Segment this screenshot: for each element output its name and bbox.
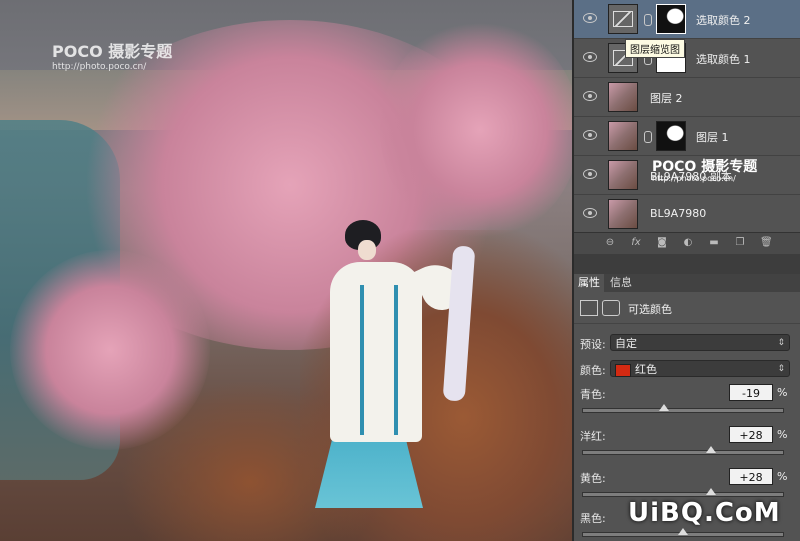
panel-divider xyxy=(574,254,800,274)
properties-header: 可选颜色 xyxy=(574,293,800,324)
layer-name: 选取颜色 2 xyxy=(696,14,751,27)
visibility-eye-icon[interactable] xyxy=(583,91,597,101)
slider-value-field[interactable]: +28 xyxy=(729,468,773,485)
watermark-url: http://photo.poco.cn/ xyxy=(52,62,147,72)
mask-icon[interactable] xyxy=(602,300,620,316)
visibility-eye-icon[interactable] xyxy=(583,52,597,62)
layers-list: 选取颜色 2 选取颜色 1 图层 2 图层 1 BL9A7980 副本 BL9A… xyxy=(574,0,800,234)
color-value: 红色 xyxy=(635,363,657,376)
photo-canvas[interactable]: POCO 摄影专题 http://photo.poco.cn/ xyxy=(0,0,572,541)
adjustment-icon[interactable]: ◐ xyxy=(682,237,694,249)
layer-row[interactable]: 选取颜色 1 xyxy=(574,39,800,78)
layer-row[interactable]: BL9A7980 xyxy=(574,195,800,234)
watermark-title: POCO 摄影专题 xyxy=(52,42,173,61)
figure-face xyxy=(358,240,376,260)
slider-thumb[interactable] xyxy=(706,446,716,453)
chain-link-icon[interactable] xyxy=(644,131,652,143)
layer-name: 图层 2 xyxy=(650,92,683,105)
link-icon[interactable]: ⊖ xyxy=(604,237,616,249)
visibility-eye-icon[interactable] xyxy=(583,208,597,218)
chevron-updown-icon: ⇕ xyxy=(777,364,785,374)
layer-mask-thumbnail[interactable] xyxy=(656,121,686,151)
percent-unit: % xyxy=(777,428,788,441)
trash-icon[interactable]: 🗑 xyxy=(760,237,773,249)
figure-robe-trim xyxy=(360,285,398,435)
new-layer-icon[interactable]: ❐ xyxy=(734,237,746,249)
fx-icon[interactable]: fx xyxy=(630,237,642,249)
layer-row[interactable]: 图层 1 xyxy=(574,117,800,156)
slider-thumb[interactable] xyxy=(659,404,669,411)
overlay-watermark: POCO 摄影专题 http://photo.poco.cn/ xyxy=(652,156,757,183)
layer-mask-thumbnail[interactable] xyxy=(656,4,686,34)
preset-label: 预设: xyxy=(580,338,606,351)
watermark-title: POCO 摄影专题 xyxy=(652,159,758,175)
layer-thumbnail[interactable] xyxy=(608,121,638,151)
slider-value-field[interactable]: -19 xyxy=(729,384,773,401)
slider-thumb[interactable] xyxy=(706,488,716,495)
folder-icon[interactable]: ▬ xyxy=(708,237,720,249)
layer-name: 选取颜色 1 xyxy=(696,53,751,66)
panel-title: 可选颜色 xyxy=(628,303,672,316)
tab-info[interactable]: 信息 xyxy=(606,274,636,292)
slider-label: 黄色: xyxy=(580,472,606,485)
color-label: 颜色: xyxy=(580,364,606,377)
layer-thumbnail[interactable] xyxy=(608,160,638,190)
layer-row[interactable]: 图层 2 xyxy=(574,78,800,117)
preset-select[interactable]: 自定 ⇕ xyxy=(610,334,790,351)
slider-track[interactable] xyxy=(582,488,784,497)
slider-track[interactable] xyxy=(582,404,784,413)
layer-thumbnail[interactable] xyxy=(608,199,638,229)
chain-link-icon[interactable] xyxy=(644,14,652,26)
slider-track[interactable] xyxy=(582,446,784,455)
percent-unit: % xyxy=(777,386,788,399)
blossom-tree xyxy=(380,20,572,240)
slider-track[interactable] xyxy=(582,528,784,537)
photo-watermark: POCO 摄影专题 http://photo.poco.cn/ xyxy=(52,38,172,72)
preset-value: 自定 xyxy=(615,337,637,350)
color-swatch xyxy=(615,363,631,377)
thumbnail-tooltip: 图层缩览图 xyxy=(625,39,685,58)
slider-label: 洋红: xyxy=(580,430,606,443)
chevron-updown-icon: ⇕ xyxy=(777,338,785,348)
layer-thumbnail[interactable] xyxy=(608,82,638,112)
adjustment-thumbnail-icon[interactable] xyxy=(608,4,638,34)
visibility-eye-icon[interactable] xyxy=(583,13,597,23)
site-watermark: UiBQ.CoM xyxy=(628,498,781,528)
layers-footer-toolbar: ⊖ fx ◙ ◐ ▬ ❐ 🗑 xyxy=(574,232,800,255)
visibility-eye-icon[interactable] xyxy=(583,130,597,140)
color-select[interactable]: 红色 ⇕ xyxy=(610,360,790,377)
mask-icon[interactable]: ◙ xyxy=(656,237,668,249)
percent-unit: % xyxy=(777,470,788,483)
layer-row[interactable]: 选取颜色 2 xyxy=(574,0,800,39)
slider-value-field[interactable]: +28 xyxy=(729,426,773,443)
tab-properties[interactable]: 属性 xyxy=(574,274,604,292)
layer-name: 图层 1 xyxy=(696,131,729,144)
visibility-eye-icon[interactable] xyxy=(583,169,597,179)
right-panel: 选取颜色 2 选取颜色 1 图层 2 图层 1 BL9A7980 副本 BL9A… xyxy=(572,0,800,541)
slider-label: 青色: xyxy=(580,388,606,401)
selective-color-icon xyxy=(580,300,598,316)
slider-thumb[interactable] xyxy=(678,528,688,535)
slider-label: 黑色: xyxy=(580,512,606,525)
layer-name: BL9A7980 xyxy=(650,207,707,220)
